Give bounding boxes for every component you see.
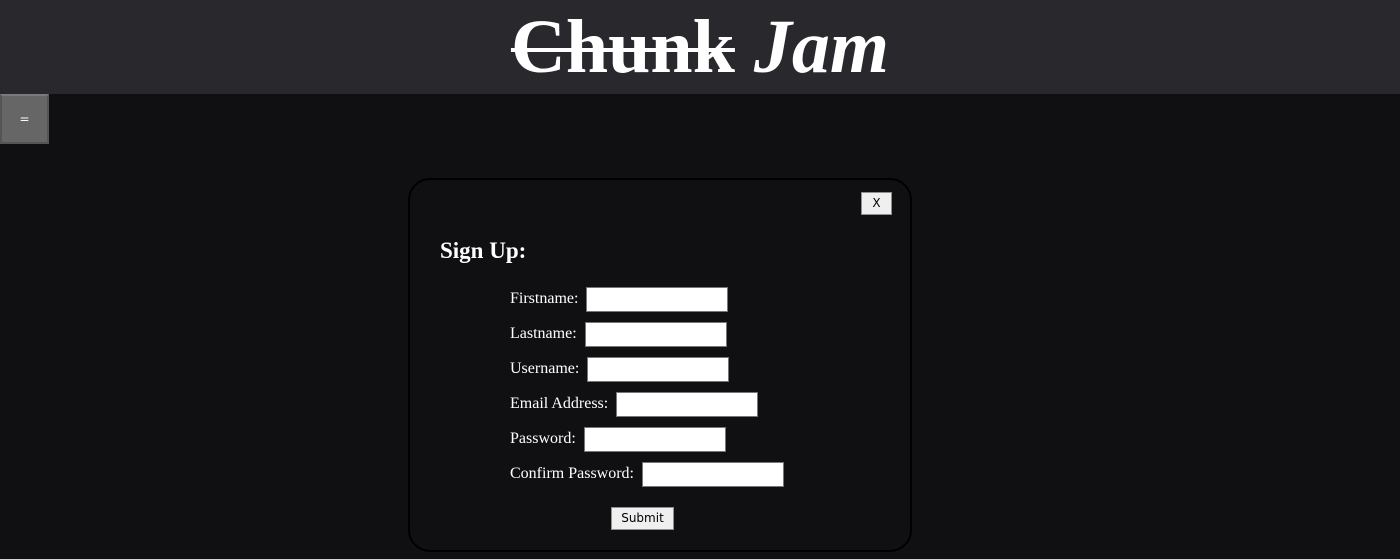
username-label: Username:	[510, 360, 580, 377]
site-title-chunk: Chunk	[510, 5, 735, 89]
submit-button[interactable]: Submit	[611, 507, 674, 530]
confirm-password-label: Confirm Password:	[510, 465, 634, 482]
username-row: Username:	[510, 356, 730, 382]
menu-toggle-button[interactable]: =	[0, 94, 49, 144]
site-header: Chunk Jam	[0, 0, 1400, 94]
confirm-password-row: Confirm Password:	[510, 461, 784, 487]
lastname-row: Lastname:	[510, 321, 727, 347]
password-label: Password:	[510, 430, 576, 447]
username-input[interactable]	[587, 356, 730, 382]
firstname-row: Firstname:	[510, 286, 729, 312]
site-title-jam: Jam	[753, 5, 890, 89]
lastname-input[interactable]	[584, 321, 727, 347]
email-row: Email Address:	[510, 391, 759, 417]
email-label: Email Address:	[510, 395, 609, 412]
signup-title: Sign Up:	[440, 238, 527, 263]
confirm-password-input[interactable]	[642, 461, 784, 487]
firstname-label: Firstname:	[510, 290, 579, 307]
firstname-input[interactable]	[586, 286, 729, 312]
site-title: Chunk Jam	[0, 0, 1400, 94]
password-row: Password:	[510, 426, 726, 452]
password-input[interactable]	[583, 426, 726, 452]
signup-modal: X Sign Up: Firstname: Lastname: Username…	[408, 178, 912, 552]
lastname-label: Lastname:	[510, 325, 577, 342]
email-input[interactable]	[616, 391, 759, 417]
close-button[interactable]: X	[861, 192, 892, 215]
